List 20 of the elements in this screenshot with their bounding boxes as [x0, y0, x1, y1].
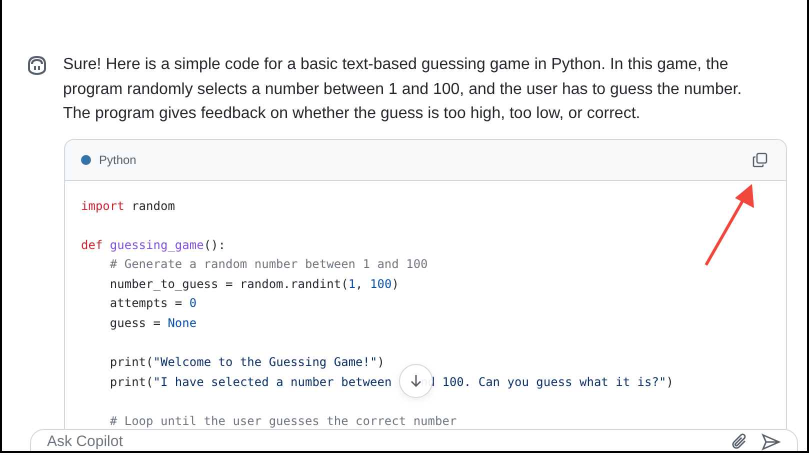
send-icon: [761, 433, 781, 451]
code-line: import random: [81, 198, 175, 212]
code-line: def guessing_game():: [81, 238, 226, 252]
ask-input[interactable]: Ask Copilot: [47, 433, 719, 451]
language-dot: [81, 154, 91, 164]
code-line: print("I have selected a number between: [110, 374, 392, 389]
code-line: attempts = 0: [110, 296, 197, 310]
code-line: number_to_guess = random.randint(1, 100): [110, 276, 399, 291]
code-line: # Generate a random number between 1 and 100: [110, 257, 428, 272]
code-line: print("Welcome to the Guessing Game!"): [110, 355, 384, 370]
scroll-down-button[interactable]: [399, 364, 433, 398]
copilot-avatar-icon: [26, 55, 48, 75]
send-button[interactable]: [761, 433, 781, 451]
code-line: guess = None: [110, 316, 197, 330]
response-text: Sure! Here is a simple code for a basic text-based guessing game in Python. In this game, the program randomly selects a number between 1 and 100, and the user has to guess the number. The program gives feedback on whether the guess is too high, too low, or correct.: [63, 55, 743, 124]
chat-input[interactable]: Ask Copilot: [30, 429, 798, 451]
code-line: # Loop until the user guesses the correct number: [110, 414, 457, 428]
language-label: Python: [99, 152, 136, 166]
arrow-down-icon: [409, 374, 423, 388]
copy-icon: [752, 152, 768, 168]
